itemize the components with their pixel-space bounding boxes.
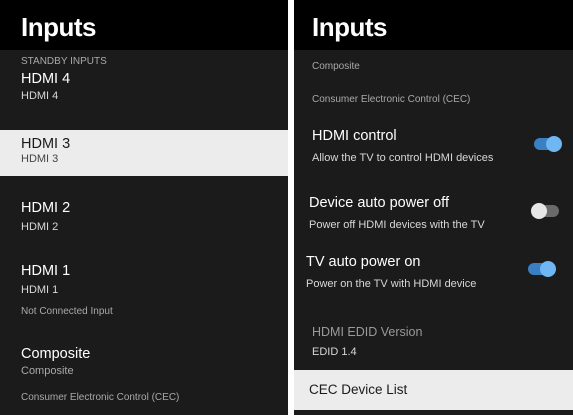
hdmi-control-setting[interactable]: HDMI control Allow the TV to control HDM… (294, 124, 573, 168)
input-subtitle: Composite (21, 365, 74, 377)
setting-subtitle: Power on the TV with HDMI device (306, 278, 477, 290)
edid-value: EDID 1.4 (312, 346, 357, 358)
input-title: HDMI 2 (21, 200, 71, 216)
setting-subtitle: Power off HDMI devices with the TV (309, 219, 485, 231)
tv-auto-power-on-setting[interactable]: TV auto power on Power on the TV with HD… (294, 252, 573, 296)
setting-title: Device auto power off (309, 195, 449, 211)
input-item-hdmi-1[interactable]: HDMI 1 HDMI 1 (0, 260, 288, 300)
input-title: Composite (21, 346, 91, 362)
device-auto-power-off-toggle[interactable] (531, 201, 561, 221)
inputs-panel-right: Inputs Composite Consumer Electronic Con… (294, 0, 573, 415)
cec-device-list-label: CEC Device List (309, 382, 408, 397)
panel-header: Inputs (294, 0, 573, 50)
cec-device-list-item[interactable]: CEC Device List (294, 370, 573, 410)
cec-label: Consumer Electronic Control (CEC) (21, 392, 180, 403)
page-title: Inputs (21, 12, 97, 42)
inputs-panel-left: Inputs STANDBY INPUTS HDMI 4 HDMI 4 HDMI… (0, 0, 288, 415)
cec-label: Consumer Electronic Control (CEC) (312, 94, 471, 105)
toggle-knob (531, 203, 547, 219)
setting-title: TV auto power on (306, 254, 421, 270)
setting-title: HDMI EDID Version (312, 325, 423, 339)
device-auto-power-off-setting[interactable]: Device auto power off Power off HDMI dev… (294, 192, 573, 236)
input-title: HDMI 1 (21, 263, 71, 279)
input-item-hdmi-4[interactable]: HDMI 4 HDMI 4 (0, 68, 288, 108)
input-item-hdmi-3[interactable]: HDMI 3 HDMI 3 (0, 130, 288, 176)
input-title: HDMI 4 (21, 71, 71, 87)
panel-header: Inputs (0, 0, 288, 50)
input-item-hdmi-2[interactable]: HDMI 2 HDMI 2 (0, 196, 288, 238)
input-subtitle: HDMI 1 (21, 284, 59, 296)
composite-label: Composite (312, 61, 360, 72)
input-title: HDMI 3 (21, 136, 71, 152)
tv-auto-power-on-toggle[interactable] (526, 259, 556, 279)
toggle-knob (540, 261, 556, 277)
standby-inputs-label: STANDBY INPUTS (21, 56, 107, 67)
input-item-composite[interactable]: Composite Composite (0, 343, 288, 383)
setting-subtitle: Allow the TV to control HDMI devices (312, 152, 494, 164)
hdmi-edid-version-setting[interactable]: HDMI EDID Version EDID 1.4 (294, 322, 573, 362)
setting-title: HDMI control (312, 128, 397, 144)
input-subtitle: HDMI 3 (21, 153, 59, 165)
not-connected-label: Not Connected Input (21, 306, 113, 317)
toggle-knob (546, 136, 562, 152)
input-subtitle: HDMI 2 (21, 221, 59, 233)
hdmi-control-toggle[interactable] (532, 134, 562, 154)
page-title: Inputs (312, 12, 388, 42)
input-subtitle: HDMI 4 (21, 90, 59, 102)
